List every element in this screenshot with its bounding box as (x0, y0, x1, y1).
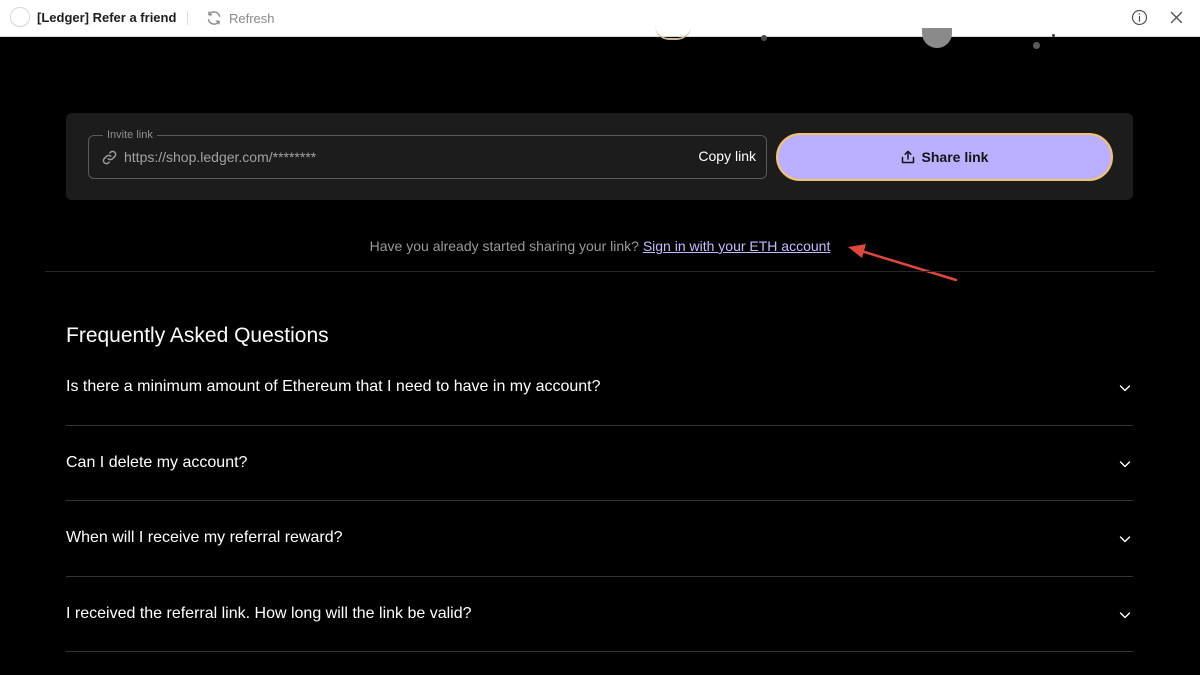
chevron-down-icon (1119, 385, 1131, 392)
invite-link-input[interactable] (124, 146, 624, 168)
invite-link-field[interactable]: Invite link Copy link (88, 128, 767, 179)
faq-item[interactable]: I received the referral link. How long w… (66, 577, 1133, 652)
faq-question: I received the referral link. How long w… (66, 604, 472, 622)
illustration-coin-edge (655, 26, 691, 40)
illustration-coin-edge (922, 28, 952, 48)
faq-question: Is there a minimum amount of Ethereum th… (66, 378, 601, 395)
faq-question: Can I delete my account? (66, 453, 248, 471)
signin-prompt-text: Have you already started sharing your li… (369, 238, 639, 254)
refresh-button[interactable]: Refresh (206, 8, 275, 28)
share-link-label: Share link (921, 149, 989, 165)
faq-title: Frequently Asked Questions (66, 324, 329, 347)
title-separator (187, 11, 188, 25)
share-link-button[interactable]: Share link (776, 133, 1113, 181)
illustration-dot (1052, 34, 1055, 37)
app-logo-icon (10, 7, 30, 27)
illustration-dot (1033, 42, 1040, 49)
info-icon[interactable] (1131, 9, 1148, 26)
link-icon (102, 150, 117, 165)
annotation-arrow-icon (848, 244, 958, 282)
faq-item[interactable]: When will I receive my referral reward? (66, 501, 1133, 577)
illustration-dot (761, 35, 767, 41)
signin-prompt: Have you already started sharing your li… (0, 238, 1200, 254)
invite-card: Invite link Copy link Share link (66, 113, 1133, 200)
invite-link-label: Invite link (103, 128, 157, 142)
copy-link-button[interactable]: Copy link (698, 148, 756, 164)
faq-item[interactable]: Can I delete my account? (66, 426, 1133, 501)
refresh-label: Refresh (229, 10, 275, 26)
faq-question: When will I receive my referral reward? (66, 529, 343, 546)
share-icon (901, 150, 914, 164)
window-title: [Ledger] Refer a friend (37, 10, 177, 25)
faq-item[interactable]: Is there a minimum amount of Ethereum th… (66, 350, 1133, 426)
faq-list: Is there a minimum amount of Ethereum th… (66, 350, 1133, 652)
signin-eth-link[interactable]: Sign in with your ETH account (643, 238, 831, 254)
title-bar: [Ledger] Refer a friend Refresh (0, 0, 1200, 37)
chevron-down-icon (1119, 536, 1131, 543)
chevron-down-icon (1119, 611, 1131, 618)
chevron-down-icon (1119, 460, 1131, 467)
refresh-icon (207, 11, 221, 25)
section-divider (45, 271, 1155, 272)
close-icon[interactable] (1170, 11, 1183, 24)
